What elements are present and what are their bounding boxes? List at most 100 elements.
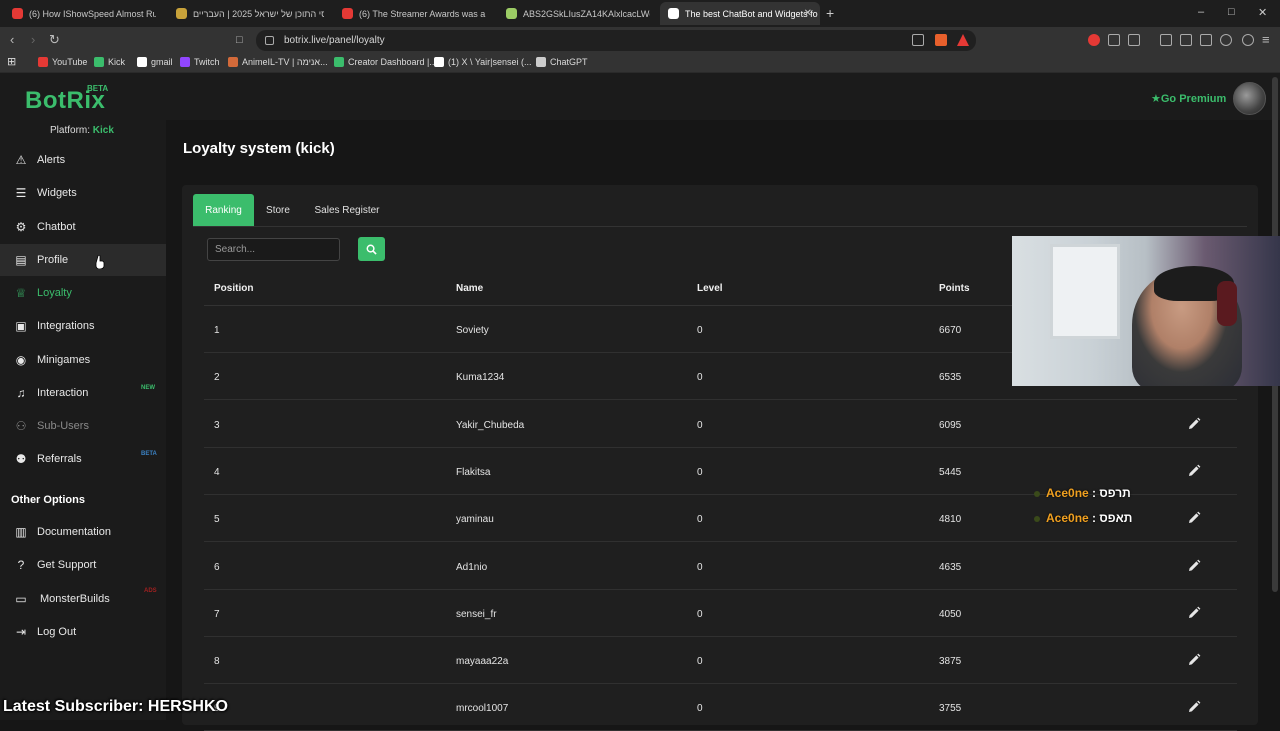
browser-tab-bar: (6) How IShowSpeed Almost Ruined פרסי התו…	[0, 0, 1280, 27]
sidebar-item-label: Documentation	[37, 526, 111, 538]
edit-icon[interactable]	[1187, 700, 1201, 714]
edit-icon[interactable]	[1187, 511, 1201, 525]
minimize-icon[interactable]: –	[1198, 6, 1204, 18]
column-header-level[interactable]: Level	[697, 283, 723, 294]
id-card-icon: ▤	[15, 253, 27, 267]
tab-ranking[interactable]: Ranking	[193, 194, 254, 226]
column-header-points[interactable]: Points	[939, 283, 970, 294]
sidebar-item-chatbot[interactable]: ⚙ Chatbot	[0, 211, 166, 243]
sidebar-item-interaction[interactable]: ♫ Interaction NEW	[0, 377, 166, 409]
bookmark-item[interactable]: Twitch	[180, 57, 220, 67]
bookmark-item[interactable]: YouTube	[38, 57, 87, 67]
browser-toolbar: ‹ › ↻ □ botrix.live/panel/loyalty ≡	[0, 27, 1280, 53]
sidebar-item-label: Chatbot	[37, 221, 76, 233]
browser-tab[interactable]: (6) The Streamer Awards was a Disast	[334, 2, 486, 25]
back-icon[interactable]: ‹	[10, 33, 14, 47]
share-icon[interactable]	[912, 34, 924, 46]
edit-icon[interactable]	[1187, 559, 1201, 573]
edit-icon[interactable]	[1187, 417, 1201, 431]
chat-separator: :	[1088, 511, 1100, 525]
site-info-icon[interactable]	[265, 36, 274, 45]
sidebar-item-alerts[interactable]: ⚠ Alerts	[0, 144, 166, 176]
table-cell-position: 6	[214, 561, 220, 573]
bookmark-favicon-icon	[228, 57, 238, 67]
new-tab-icon[interactable]: +	[826, 5, 834, 21]
table-cell-level: 0	[697, 325, 703, 336]
table-cell-points: 6535	[939, 372, 962, 384]
vpn-icon[interactable]	[1220, 34, 1232, 46]
maximize-icon[interactable]: □	[1228, 6, 1235, 18]
go-premium-button[interactable]: ★Go Premium	[1151, 92, 1226, 105]
edit-icon[interactable]	[1187, 606, 1201, 620]
sidebar-item-documentation[interactable]: ▥ Documentation	[0, 516, 166, 548]
table-cell-points: 3755	[939, 703, 962, 715]
extensions-icon[interactable]	[1108, 34, 1120, 46]
tab-favicon-icon	[12, 8, 23, 19]
sidebar-item-profile[interactable]: ▤ Profile	[0, 244, 166, 276]
tab-title: The best ChatBot and Widgets fo	[685, 8, 818, 19]
sidebar-item-monsterbuilds[interactable]: ▭ MonsterBuilds ADS	[0, 583, 166, 615]
tab-sales-register[interactable]: Sales Register	[304, 194, 390, 226]
close-window-icon[interactable]: ✕	[1258, 6, 1267, 19]
bookmark-label: (1) X \ Yair|sensei (...	[448, 57, 532, 67]
sidebar-item-log-out[interactable]: ⇥ Log Out	[0, 616, 166, 648]
browser-tab[interactable]: (6) How IShowSpeed Almost Ruined	[4, 2, 156, 25]
sidebar-item-get-support[interactable]: ? Get Support	[0, 549, 166, 581]
sidebar-item-integrations[interactable]: ▣ Integrations	[0, 310, 166, 342]
column-header-name[interactable]: Name	[456, 283, 483, 294]
bookmarks-bar: ⊞ YouTube Kick gmail Twitch AnimeIL-TV | אני…	[0, 53, 1280, 73]
sidebar-item-label: Alerts	[37, 154, 66, 166]
table-cell-position: 8	[214, 656, 220, 668]
media-icon[interactable]	[1160, 34, 1172, 46]
wallet-icon[interactable]	[1200, 34, 1212, 46]
browser-tab[interactable]: The best ChatBot and Widgets fo ✕	[660, 2, 820, 25]
bookmark-item[interactable]: Creator Dashboard |...	[334, 57, 437, 67]
sidebar-icon[interactable]	[1180, 34, 1192, 46]
sidebar-item-loyalty[interactable]: ♕ Loyalty	[0, 277, 166, 309]
edit-icon[interactable]	[1187, 464, 1201, 478]
tab-divider	[193, 226, 1247, 227]
browser-tab[interactable]: פרסי התוכן של ישראל 2025 | העבריים	[168, 2, 324, 25]
extension-record-icon[interactable]	[1088, 34, 1100, 46]
tab-title: ABS2GSkLIusZA14KAlxlcacLWd87EfY	[523, 8, 650, 19]
reload-icon[interactable]: ↻	[49, 33, 60, 47]
table-cell-name: Soviety	[456, 325, 489, 336]
table-cell-level: 0	[697, 703, 703, 715]
address-bar[interactable]: botrix.live/panel/loyalty	[256, 30, 976, 51]
bookmark-item[interactable]: Kick	[94, 57, 125, 67]
table-cell-name: mayaaa22a	[456, 656, 509, 668]
brave-shield-settings-icon[interactable]	[1242, 34, 1254, 46]
table-row: 7 sensei_fr 0 4050	[204, 590, 1237, 637]
browser-tab[interactable]: ABS2GSkLIusZA14KAlxlcacLWd87EfY	[498, 2, 650, 25]
avatar[interactable]	[1233, 82, 1266, 115]
sidebar-item-referrals[interactable]: ⚉ Referrals BETA	[0, 443, 166, 475]
brave-shields-icon[interactable]	[935, 34, 947, 46]
tab-close-icon[interactable]: ✕	[804, 8, 812, 19]
search-input[interactable]	[207, 238, 340, 261]
bookmark-item[interactable]: gmail	[137, 57, 173, 67]
column-header-position[interactable]: Position	[214, 283, 253, 294]
bookmark-label: YouTube	[52, 57, 88, 67]
forward-icon[interactable]: ›	[31, 33, 35, 47]
menu-icon[interactable]: ≡	[1262, 33, 1270, 47]
search-button[interactable]	[358, 237, 385, 261]
bookmark-item[interactable]: (1) X \ Yair|sensei (...	[434, 57, 532, 67]
tab-store[interactable]: Store	[258, 194, 298, 226]
sidebar-item-label: Log Out	[37, 626, 77, 638]
table-cell-level: 0	[697, 419, 703, 431]
sidebar-item-widgets[interactable]: ☰ Widgets	[0, 177, 166, 209]
sidebar-item-sub-users[interactable]: ⚇ Sub-Users	[0, 410, 166, 442]
apps-icon[interactable]: ⊞	[7, 55, 16, 68]
bookmark-item[interactable]: ChatGPT	[536, 57, 588, 67]
tab-title: (6) How IShowSpeed Almost Ruined	[29, 8, 156, 19]
bookmark-icon[interactable]: □	[236, 33, 243, 47]
sidebar-item-minigames[interactable]: ◉ Minigames	[0, 344, 166, 376]
bookmark-favicon-icon	[38, 57, 48, 67]
platform-indicator: Platform: Kick	[50, 125, 114, 136]
edit-icon[interactable]	[1187, 653, 1201, 667]
table-cell-level: 0	[697, 608, 703, 620]
bookmark-item[interactable]: AnimeIL-TV | אנימה...	[228, 57, 328, 67]
extension-icon[interactable]	[1128, 34, 1140, 46]
music-icon: ♫	[16, 386, 26, 400]
gamepad-icon: ◉	[15, 353, 27, 367]
